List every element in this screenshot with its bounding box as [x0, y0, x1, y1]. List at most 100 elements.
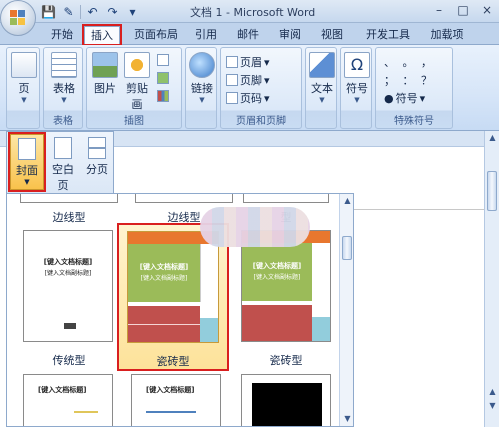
undo-icon[interactable]: ↶: [84, 4, 101, 20]
dropdown-icon[interactable]: ▾: [124, 4, 141, 20]
cover-thumbnail: [20, 194, 118, 203]
cover-page-label: 封面: [16, 164, 38, 177]
blank-page-icon: [54, 137, 72, 159]
cover-thumbnail[interactable]: [241, 374, 331, 426]
chevron-down-icon: ▼: [354, 96, 360, 104]
picture-button[interactable]: 图片: [91, 52, 119, 96]
cover-thumbnail: [243, 194, 329, 203]
margin-guide: [354, 209, 484, 210]
tab-review[interactable]: 审阅: [272, 26, 308, 44]
cover-subtitle: [键入文档副标题]: [253, 274, 301, 281]
cover-block: [64, 323, 76, 329]
cover-rule: [146, 411, 196, 413]
pages-button[interactable]: 页 ▼: [11, 52, 37, 104]
cover-caption: 传统型: [52, 354, 86, 367]
cover-title: [键入文档标题]: [38, 386, 87, 394]
chart-button[interactable]: [157, 90, 169, 102]
vertical-scrollbar[interactable]: ▲ ▲ ▼: [484, 131, 499, 427]
scroll-up-icon[interactable]: ▲: [340, 196, 353, 205]
cover-thumbnail: [键入文档标题] [键入文档副标题]: [127, 231, 219, 343]
page-break-label: 分页: [86, 163, 108, 176]
links-label: 链接: [191, 82, 213, 95]
special-symbol-row-2[interactable]: ； ： ？: [384, 72, 434, 88]
table-label: 表格: [53, 82, 75, 95]
scroll-thumb[interactable]: [342, 236, 352, 260]
tile-corner: [200, 318, 218, 342]
header-button[interactable]: 页眉 ▾: [226, 54, 270, 70]
blank-page-button[interactable]: 空白页: [47, 134, 79, 193]
office-button[interactable]: [0, 0, 36, 36]
picture-icon: [92, 52, 118, 78]
window-title: 文档 1 - Microsoft Word: [190, 6, 316, 19]
ribbon-tabs: 开始 插入 页面布局 引用 邮件 审阅 视图 开发工具 加载项: [0, 23, 499, 46]
cover-block: [252, 383, 322, 426]
table-button[interactable]: 表格 ▼: [50, 52, 78, 104]
tile-line: [128, 324, 200, 325]
tab-developer[interactable]: 开发工具: [360, 26, 416, 44]
links-group: 链接 ▼: [185, 47, 217, 129]
cover-option-traditional[interactable]: [键入文档标题] [键入文档副标题] 传统型: [20, 224, 118, 369]
cover-option-tiles-selected[interactable]: [键入文档标题] [键入文档副标题] 瓷砖型: [117, 223, 229, 371]
special-symbol-label: 符号: [395, 92, 418, 105]
cover-page-button[interactable]: 封面 ▼: [8, 132, 46, 192]
chevron-down-icon: ▼: [24, 178, 30, 186]
page-number-button[interactable]: 页码 ▾: [226, 90, 270, 106]
scroll-down-icon[interactable]: ▼: [485, 401, 499, 410]
tile-corner: [312, 317, 330, 341]
tab-mailings[interactable]: 邮件: [230, 26, 266, 44]
page-break-icon: [88, 137, 106, 159]
cover-thumbnail[interactable]: [键入文档标题]: [23, 374, 113, 426]
scroll-up-icon[interactable]: ▲: [485, 387, 499, 396]
clipart-button[interactable]: 剪贴画: [121, 52, 153, 112]
maximize-button[interactable]: □: [451, 0, 475, 19]
cover-title: [键入文档标题]: [43, 258, 93, 266]
special-symbol-button[interactable]: ● 符号 ▾: [384, 90, 425, 106]
symbols-label: 符号: [346, 82, 368, 95]
shapes-button[interactable]: [157, 54, 169, 66]
chevron-down-icon: ▼: [199, 96, 205, 104]
tables-group: 表格 ▼ 表格: [43, 47, 83, 129]
table-icon: [51, 52, 77, 78]
cover-thumbnail[interactable]: [键入文档标题]: [131, 374, 221, 426]
cover-page-icon: [18, 138, 36, 160]
save-icon[interactable]: 💾: [40, 4, 57, 20]
minimize-button[interactable]: –: [427, 0, 451, 19]
chart-icon: [157, 90, 169, 102]
tab-home[interactable]: 开始: [44, 26, 80, 44]
redo-icon[interactable]: ↷: [104, 4, 121, 20]
tab-references[interactable]: 引用: [188, 26, 224, 44]
cover-title: [键入文档标题]: [146, 386, 195, 394]
tab-page-layout[interactable]: 页面布局: [130, 26, 182, 44]
chevron-down-icon: ▾: [419, 91, 426, 105]
blank-page-label: 空白页: [52, 163, 74, 192]
cover-caption[interactable]: 边线型: [20, 209, 118, 225]
illustrations-group: 图片 剪贴画 插图: [86, 47, 182, 129]
pages-label: 页: [18, 82, 30, 95]
header-label: 页眉: [240, 56, 262, 69]
office-logo-icon: [10, 10, 26, 26]
scroll-thumb[interactable]: [487, 171, 497, 211]
scroll-up-icon[interactable]: ▲: [485, 133, 499, 142]
page-number-label: 页码: [240, 92, 262, 105]
cover-title: [键入文档标题]: [139, 263, 189, 271]
tab-view[interactable]: 视图: [314, 26, 350, 44]
links-button[interactable]: 链接 ▼: [188, 52, 216, 104]
footer-label: 页脚: [240, 74, 262, 87]
special-symbols-group: 、 。 ， ； ： ？ ● 符号 ▾ 特殊符号: [375, 47, 453, 129]
scroll-down-icon[interactable]: ▼: [340, 414, 353, 423]
tab-insert[interactable]: 插入: [82, 24, 122, 46]
omega-icon: Ω: [344, 52, 370, 78]
cover-subtitle: [键入文档副标题]: [44, 270, 92, 277]
smartart-button[interactable]: [157, 72, 169, 84]
symbols-button[interactable]: Ω 符号 ▼: [343, 52, 371, 104]
format-icon[interactable]: ✎: [60, 4, 77, 20]
gallery-scrollbar[interactable]: ▲ ▼: [339, 194, 353, 426]
special-symbol-row-1[interactable]: 、 。 ，: [384, 54, 434, 70]
window-controls: – □ ×: [427, 0, 499, 19]
tab-addins[interactable]: 加载项: [424, 26, 470, 44]
footer-button[interactable]: 页脚 ▾: [226, 72, 270, 88]
close-button[interactable]: ×: [475, 0, 499, 19]
tile-side: [200, 244, 218, 302]
text-button[interactable]: 文本 ▼: [308, 52, 336, 104]
page-break-button[interactable]: 分页: [81, 134, 113, 177]
